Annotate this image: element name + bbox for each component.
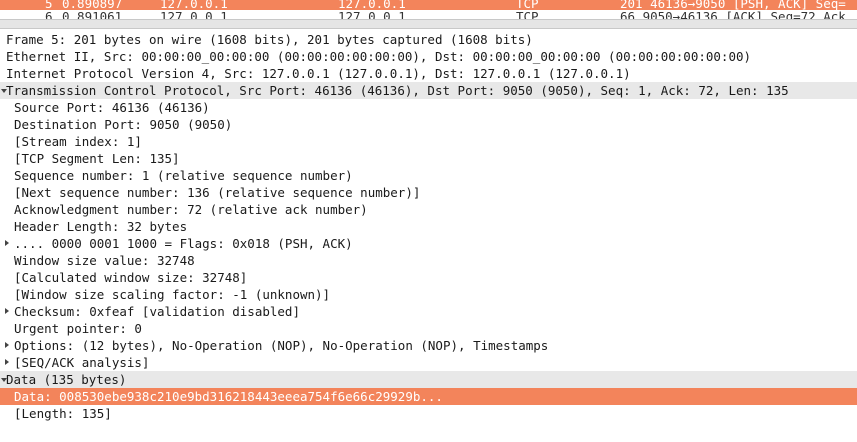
tree-item-ipv4[interactable]: Internet Protocol Version 4, Src: 127.0.… — [0, 65, 857, 82]
packet-source: 127.0.0.1 — [160, 9, 228, 19]
collapsed-arrow-icon[interactable] — [5, 342, 9, 348]
tree-item-label: .... 0000 0001 1000 = Flags: 0x018 (PSH,… — [14, 236, 353, 251]
packet-number: 6 — [45, 9, 53, 19]
tree-item-calc-window[interactable]: [Calculated window size: 32748] — [0, 269, 857, 286]
tree-item-frame[interactable]: Frame 5: 201 bytes on wire (1608 bits), … — [0, 31, 857, 48]
packet-info: 66 9050→46136 [ACK] Seq=72 Ack — [620, 9, 846, 19]
tree-item-window-size[interactable]: Window size value: 32748 — [0, 252, 857, 269]
tree-item-ethernet[interactable]: Ethernet II, Src: 00:00:00_00:00:00 (00:… — [0, 48, 857, 65]
tree-item-label: Options: (12 bytes), No-Operation (NOP),… — [14, 338, 549, 353]
tree-item-flags[interactable]: .... 0000 0001 1000 = Flags: 0x018 (PSH,… — [0, 235, 857, 252]
tree-item-sequence-number[interactable]: Sequence number: 1 (relative sequence nu… — [0, 167, 857, 184]
tree-item-segment-len[interactable]: [TCP Segment Len: 135] — [0, 150, 857, 167]
expanded-arrow-icon[interactable] — [1, 89, 7, 93]
tree-item-options[interactable]: Options: (12 bytes), No-Operation (NOP),… — [0, 337, 857, 354]
packet-row[interactable]: 6 0.891061 127.0.0.1 127.0.0.1 TCP 66 90… — [0, 10, 857, 19]
expanded-arrow-icon[interactable] — [1, 378, 7, 382]
tree-item-stream-index[interactable]: [Stream index: 1] — [0, 133, 857, 150]
tree-item-scaling-factor[interactable]: [Window size scaling factor: -1 (unknown… — [0, 286, 857, 303]
tree-item-seqack-analysis[interactable]: [SEQ/ACK analysis] — [0, 354, 857, 371]
packet-details-tree: Frame 5: 201 bytes on wire (1608 bits), … — [0, 31, 857, 422]
collapsed-arrow-icon[interactable] — [5, 359, 9, 365]
pane-splitter[interactable] — [0, 19, 857, 29]
packet-destination: 127.0.0.1 — [338, 9, 406, 19]
tree-item-data-length[interactable]: [Length: 135] — [0, 405, 857, 422]
tree-item-urgent-pointer[interactable]: Urgent pointer: 0 — [0, 320, 857, 337]
tree-item-destination-port[interactable]: Destination Port: 9050 (9050) — [0, 116, 857, 133]
packet-protocol: TCP — [516, 9, 539, 19]
tree-item-ack-number[interactable]: Acknowledgment number: 72 (relative ack … — [0, 201, 857, 218]
tree-item-tcp[interactable]: Transmission Control Protocol, Src Port:… — [0, 82, 857, 99]
tree-item-source-port[interactable]: Source Port: 46136 (46136) — [0, 99, 857, 116]
tree-item-header-length[interactable]: Header Length: 32 bytes — [0, 218, 857, 235]
tree-item-data[interactable]: Data (135 bytes) — [0, 371, 857, 388]
tree-item-checksum[interactable]: Checksum: 0xfeaf [validation disabled] — [0, 303, 857, 320]
packet-time: 0.891061 — [62, 9, 123, 19]
tree-item-label: Checksum: 0xfeaf [validation disabled] — [14, 304, 300, 319]
collapsed-arrow-icon[interactable] — [5, 240, 9, 246]
tree-item-label: [SEQ/ACK analysis] — [14, 355, 150, 370]
tree-item-label: Transmission Control Protocol, Src Port:… — [6, 83, 789, 98]
tree-item-label: Data (135 bytes) — [6, 372, 127, 387]
tree-item-data-value[interactable]: Data: 008530ebe938c210e9bd316218443eeea7… — [0, 388, 857, 405]
packet-list: 5 0.890897 127.0.0.1 127.0.0.1 TCP 201 4… — [0, 0, 857, 19]
collapsed-arrow-icon[interactable] — [5, 308, 9, 314]
tree-item-next-sequence[interactable]: [Next sequence number: 136 (relative seq… — [0, 184, 857, 201]
